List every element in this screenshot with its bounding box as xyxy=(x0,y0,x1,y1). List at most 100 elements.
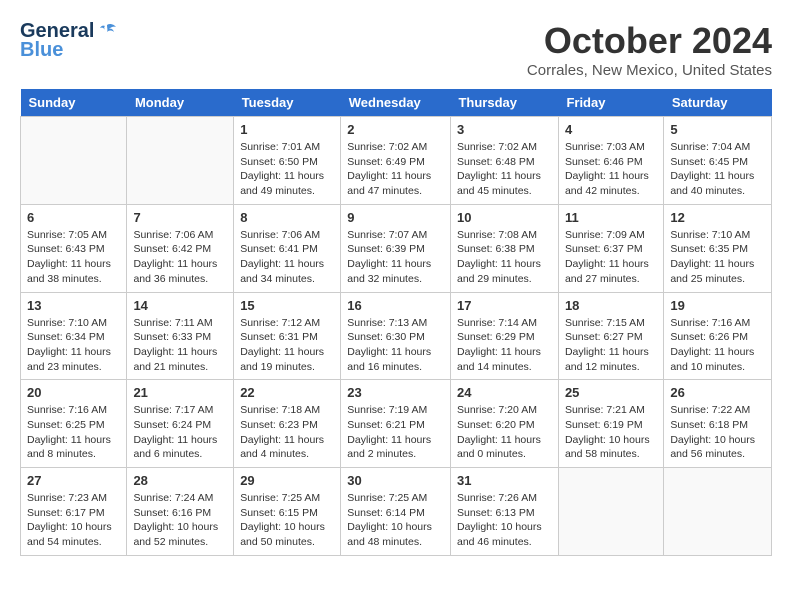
week-row-3: 13Sunrise: 7:10 AM Sunset: 6:34 PM Dayli… xyxy=(21,292,772,380)
day-number: 28 xyxy=(133,473,227,488)
col-header-saturday: Saturday xyxy=(664,89,772,117)
calendar-table: SundayMondayTuesdayWednesdayThursdayFrid… xyxy=(20,89,772,556)
day-info: Sunrise: 7:22 AM Sunset: 6:18 PM Dayligh… xyxy=(670,403,765,462)
day-cell: 6 Sunrise: 7:05 AM Sunset: 6:43 PM Daylig… xyxy=(21,204,127,292)
day-number: 25 xyxy=(565,385,657,400)
day-number: 1 xyxy=(240,122,334,137)
calendar-header-row: SundayMondayTuesdayWednesdayThursdayFrid… xyxy=(21,89,772,117)
day-number: 31 xyxy=(457,473,552,488)
day-number: 29 xyxy=(240,473,334,488)
day-info: Sunrise: 7:14 AM Sunset: 6:29 PM Dayligh… xyxy=(457,316,552,375)
day-cell: 9 Sunrise: 7:07 AM Sunset: 6:39 PM Daylig… xyxy=(341,204,451,292)
day-info: Sunrise: 7:06 AM Sunset: 6:42 PM Dayligh… xyxy=(133,228,227,287)
col-header-thursday: Thursday xyxy=(450,89,558,117)
day-number: 15 xyxy=(240,298,334,313)
day-number: 16 xyxy=(347,298,444,313)
day-number: 17 xyxy=(457,298,552,313)
day-number: 8 xyxy=(240,210,334,225)
logo-bird-icon xyxy=(96,21,118,43)
day-info: Sunrise: 7:18 AM Sunset: 6:23 PM Dayligh… xyxy=(240,403,334,462)
day-cell: 23 Sunrise: 7:19 AM Sunset: 6:21 PM Dayli… xyxy=(341,380,451,468)
week-row-2: 6 Sunrise: 7:05 AM Sunset: 6:43 PM Daylig… xyxy=(21,204,772,292)
day-info: Sunrise: 7:24 AM Sunset: 6:16 PM Dayligh… xyxy=(133,491,227,550)
day-number: 10 xyxy=(457,210,552,225)
day-number: 22 xyxy=(240,385,334,400)
day-cell: 20 Sunrise: 7:16 AM Sunset: 6:25 PM Dayli… xyxy=(21,380,127,468)
day-number: 26 xyxy=(670,385,765,400)
day-cell: 8 Sunrise: 7:06 AM Sunset: 6:41 PM Daylig… xyxy=(234,204,341,292)
day-info: Sunrise: 7:16 AM Sunset: 6:26 PM Dayligh… xyxy=(670,316,765,375)
day-number: 20 xyxy=(27,385,120,400)
day-number: 19 xyxy=(670,298,765,313)
day-info: Sunrise: 7:05 AM Sunset: 6:43 PM Dayligh… xyxy=(27,228,120,287)
day-number: 7 xyxy=(133,210,227,225)
location-subtitle: Corrales, New Mexico, United States xyxy=(527,62,772,79)
day-info: Sunrise: 7:25 AM Sunset: 6:15 PM Dayligh… xyxy=(240,491,334,550)
day-info: Sunrise: 7:16 AM Sunset: 6:25 PM Dayligh… xyxy=(27,403,120,462)
day-info: Sunrise: 7:26 AM Sunset: 6:13 PM Dayligh… xyxy=(457,491,552,550)
day-cell: 18Sunrise: 7:15 AM Sunset: 6:27 PM Dayli… xyxy=(558,292,663,380)
day-cell xyxy=(558,468,663,556)
day-info: Sunrise: 7:02 AM Sunset: 6:49 PM Dayligh… xyxy=(347,140,444,199)
day-cell: 26 Sunrise: 7:22 AM Sunset: 6:18 PM Dayli… xyxy=(664,380,772,468)
day-number: 14 xyxy=(133,298,227,313)
month-title: October 2024 xyxy=(527,20,772,62)
day-cell: 5Sunrise: 7:04 AM Sunset: 6:45 PM Daylig… xyxy=(664,117,772,205)
day-info: Sunrise: 7:01 AM Sunset: 6:50 PM Dayligh… xyxy=(240,140,334,199)
day-cell xyxy=(127,117,234,205)
day-number: 24 xyxy=(457,385,552,400)
week-row-4: 20 Sunrise: 7:16 AM Sunset: 6:25 PM Dayli… xyxy=(21,380,772,468)
day-cell: 3 Sunrise: 7:02 AM Sunset: 6:48 PM Daylig… xyxy=(450,117,558,205)
day-cell: 30 Sunrise: 7:25 AM Sunset: 6:14 PM Dayli… xyxy=(341,468,451,556)
day-cell: 27 Sunrise: 7:23 AM Sunset: 6:17 PM Dayli… xyxy=(21,468,127,556)
day-cell: 21 Sunrise: 7:17 AM Sunset: 6:24 PM Dayli… xyxy=(127,380,234,468)
day-cell: 4 Sunrise: 7:03 AM Sunset: 6:46 PM Daylig… xyxy=(558,117,663,205)
col-header-tuesday: Tuesday xyxy=(234,89,341,117)
day-info: Sunrise: 7:07 AM Sunset: 6:39 PM Dayligh… xyxy=(347,228,444,287)
logo-blue: Blue xyxy=(20,39,63,62)
day-info: Sunrise: 7:08 AM Sunset: 6:38 PM Dayligh… xyxy=(457,228,552,287)
day-cell: 28 Sunrise: 7:24 AM Sunset: 6:16 PM Dayli… xyxy=(127,468,234,556)
day-cell: 22 Sunrise: 7:18 AM Sunset: 6:23 PM Dayli… xyxy=(234,380,341,468)
col-header-friday: Friday xyxy=(558,89,663,117)
day-number: 23 xyxy=(347,385,444,400)
day-number: 6 xyxy=(27,210,120,225)
day-number: 30 xyxy=(347,473,444,488)
day-number: 18 xyxy=(565,298,657,313)
day-cell: 1 Sunrise: 7:01 AM Sunset: 6:50 PM Daylig… xyxy=(234,117,341,205)
day-cell: 7 Sunrise: 7:06 AM Sunset: 6:42 PM Daylig… xyxy=(127,204,234,292)
day-cell: 14 Sunrise: 7:11 AM Sunset: 6:33 PM Dayli… xyxy=(127,292,234,380)
page-header: General Blue October 2024 Corrales, New … xyxy=(20,20,772,79)
col-header-wednesday: Wednesday xyxy=(341,89,451,117)
day-number: 27 xyxy=(27,473,120,488)
day-info: Sunrise: 7:06 AM Sunset: 6:41 PM Dayligh… xyxy=(240,228,334,287)
day-cell: 29 Sunrise: 7:25 AM Sunset: 6:15 PM Dayli… xyxy=(234,468,341,556)
day-cell xyxy=(21,117,127,205)
day-info: Sunrise: 7:02 AM Sunset: 6:48 PM Dayligh… xyxy=(457,140,552,199)
day-number: 5 xyxy=(670,122,765,137)
day-cell: 31 Sunrise: 7:26 AM Sunset: 6:13 PM Dayli… xyxy=(450,468,558,556)
day-info: Sunrise: 7:11 AM Sunset: 6:33 PM Dayligh… xyxy=(133,316,227,375)
day-cell: 25 Sunrise: 7:21 AM Sunset: 6:19 PM Dayli… xyxy=(558,380,663,468)
day-info: Sunrise: 7:23 AM Sunset: 6:17 PM Dayligh… xyxy=(27,491,120,550)
day-number: 3 xyxy=(457,122,552,137)
day-number: 9 xyxy=(347,210,444,225)
logo: General Blue xyxy=(20,20,118,62)
day-cell: 12Sunrise: 7:10 AM Sunset: 6:35 PM Dayli… xyxy=(664,204,772,292)
day-cell: 11Sunrise: 7:09 AM Sunset: 6:37 PM Dayli… xyxy=(558,204,663,292)
day-cell: 16 Sunrise: 7:13 AM Sunset: 6:30 PM Dayli… xyxy=(341,292,451,380)
day-info: Sunrise: 7:19 AM Sunset: 6:21 PM Dayligh… xyxy=(347,403,444,462)
day-cell: 24 Sunrise: 7:20 AM Sunset: 6:20 PM Dayli… xyxy=(450,380,558,468)
day-info: Sunrise: 7:25 AM Sunset: 6:14 PM Dayligh… xyxy=(347,491,444,550)
day-number: 21 xyxy=(133,385,227,400)
day-info: Sunrise: 7:13 AM Sunset: 6:30 PM Dayligh… xyxy=(347,316,444,375)
week-row-1: 1 Sunrise: 7:01 AM Sunset: 6:50 PM Daylig… xyxy=(21,117,772,205)
day-info: Sunrise: 7:20 AM Sunset: 6:20 PM Dayligh… xyxy=(457,403,552,462)
day-number: 11 xyxy=(565,210,657,225)
day-info: Sunrise: 7:17 AM Sunset: 6:24 PM Dayligh… xyxy=(133,403,227,462)
day-number: 12 xyxy=(670,210,765,225)
day-number: 4 xyxy=(565,122,657,137)
day-info: Sunrise: 7:21 AM Sunset: 6:19 PM Dayligh… xyxy=(565,403,657,462)
day-info: Sunrise: 7:03 AM Sunset: 6:46 PM Dayligh… xyxy=(565,140,657,199)
week-row-5: 27 Sunrise: 7:23 AM Sunset: 6:17 PM Dayli… xyxy=(21,468,772,556)
